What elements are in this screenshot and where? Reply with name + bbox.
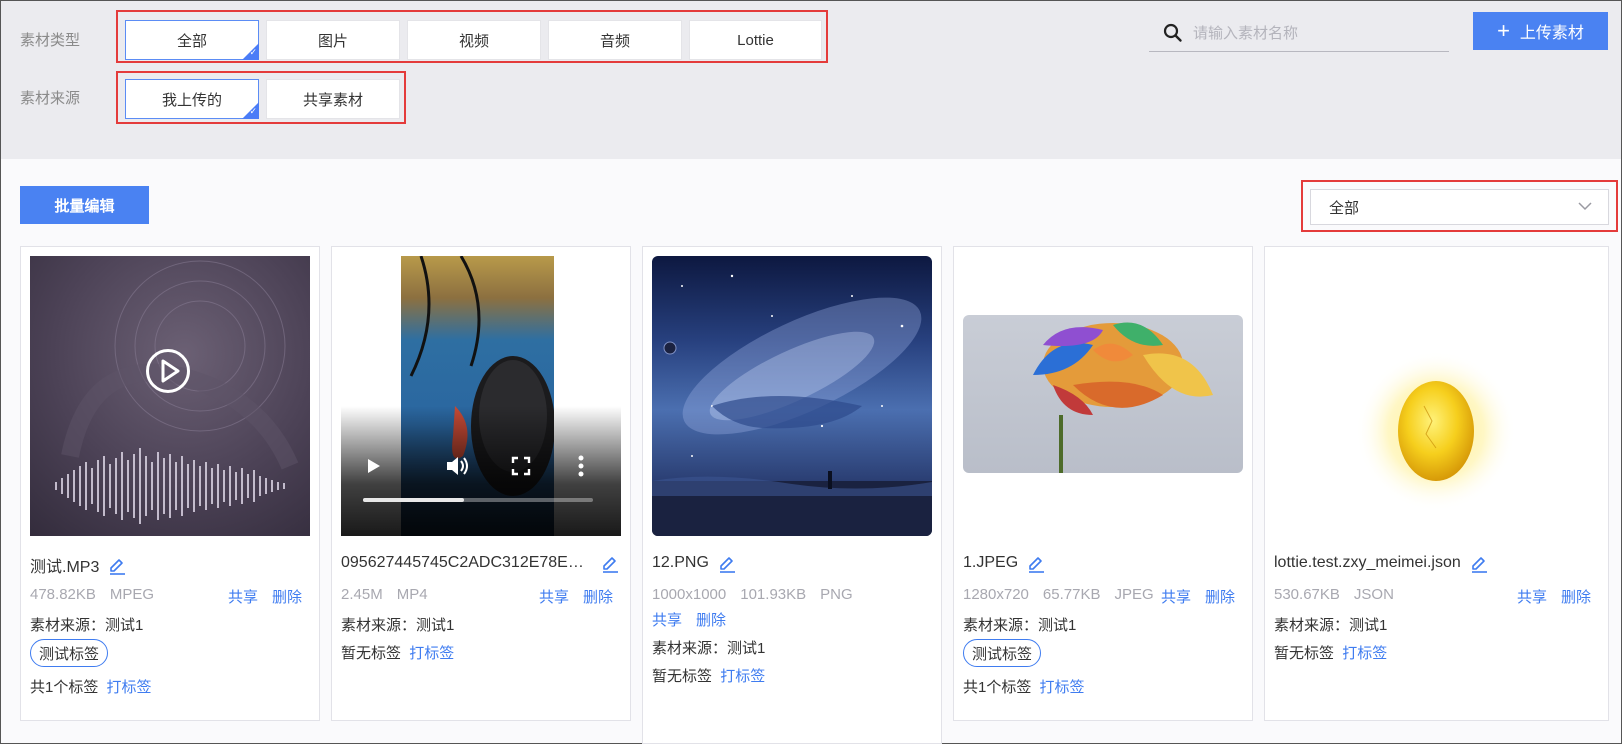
add-tag-link[interactable]: 打标签: [720, 668, 765, 685]
add-tag-link[interactable]: 打标签: [1040, 679, 1085, 696]
material-type-label: 素材类型: [20, 32, 81, 49]
card-actions: 共享 删除: [1161, 586, 1235, 607]
share-link[interactable]: 共享: [1517, 589, 1547, 606]
material-source: 素材来源：测试1: [30, 617, 144, 634]
material-card[interactable]: 测试.MP3 478.82KB MPEG 共享 删除 素材来源：测试1 测试标签 共…: [20, 246, 320, 721]
material-source: 素材来源：测试1: [341, 617, 455, 634]
material-name: 测试.MP3: [30, 553, 309, 577]
selected-check-icon: [242, 43, 259, 60]
add-tag-link[interactable]: 打标签: [1342, 645, 1387, 662]
tag-summary: 共1个标签 打标签: [30, 679, 152, 696]
chevron-down-icon: [1578, 202, 1592, 211]
material-source: 素材来源：测试1: [963, 617, 1077, 634]
material-card[interactable]: 12.PNG 1000x1000 101.93KB PNG 共享 删除 素材来源：测试…: [642, 246, 942, 744]
tag-summary: 共1个标签 打标签: [963, 679, 1085, 696]
night-sky-image: [652, 274, 932, 536]
card-actions: 共享 删除: [539, 586, 613, 607]
delete-link[interactable]: 删除: [1205, 589, 1235, 606]
material-card[interactable]: lottie.test.zxy_meimei.json 530.67KB JSON…: [1264, 246, 1609, 721]
rose-photo: [1033, 322, 1213, 473]
lottie-thumbnail[interactable]: [1274, 256, 1554, 536]
material-type-group: 全部 图片 视频 音频 Lottie: [116, 10, 828, 63]
material-card[interactable]: 1.JPEG 1280x720 65.77KB JPEG 共享 删除 素材来源：测试1…: [953, 246, 1253, 721]
source-option-mine[interactable]: 我上传的: [125, 79, 259, 119]
tag-summary: 暂无标签 打标签: [1274, 645, 1388, 662]
edit-pencil-icon[interactable]: [1469, 553, 1489, 573]
edit-pencil-icon[interactable]: [107, 555, 127, 575]
play-icon[interactable]: [365, 456, 383, 476]
batch-edit-button[interactable]: 批量编辑: [20, 186, 149, 224]
tag-chip[interactable]: 测试标签: [963, 639, 1042, 667]
more-options-icon[interactable]: [577, 454, 585, 478]
play-circle-icon[interactable]: [145, 348, 191, 394]
material-name: lottie.test.zxy_meimei.json: [1274, 553, 1598, 573]
selected-check-icon: [242, 102, 259, 119]
material-name: 1.JPEG: [963, 553, 1242, 573]
volume-icon[interactable]: [445, 454, 471, 478]
search-input[interactable]: [1191, 22, 1431, 44]
edit-pencil-icon[interactable]: [1026, 553, 1046, 573]
filter-panel: 素材类型 全部 图片 视频 音频 Lottie 素材来源 我上传的 共享素材 +…: [1, 1, 1621, 159]
material-meta: 478.82KB MPEG: [30, 586, 155, 603]
search-icon: [1163, 23, 1182, 42]
fullscreen-icon[interactable]: [511, 456, 531, 476]
material-source-label: 素材来源: [20, 90, 81, 107]
upload-material-button[interactable]: + 上传素材: [1473, 12, 1608, 50]
rose-image: [963, 315, 1243, 473]
video-progress-track[interactable]: [363, 498, 593, 502]
video-player[interactable]: [341, 256, 621, 536]
type-option-lottie[interactable]: Lottie: [689, 20, 822, 60]
material-name: 12.PNG: [652, 553, 931, 573]
tag-summary: 暂无标签 打标签: [652, 668, 766, 685]
share-link[interactable]: 共享: [652, 612, 682, 629]
material-source: 素材来源：测试1: [1274, 617, 1388, 634]
image-thumbnail[interactable]: [652, 256, 932, 536]
material-meta: 1280x720 65.77KB JPEG: [963, 586, 1154, 603]
material-source-group: 我上传的 共享素材: [116, 71, 406, 124]
delete-link[interactable]: 删除: [1561, 589, 1591, 606]
material-list-area: 批量编辑 全部 测试.MP3 478.82KB MPEG 共享 删除 素材来源：…: [1, 159, 1621, 744]
share-link[interactable]: 共享: [228, 589, 258, 606]
add-tag-link[interactable]: 打标签: [107, 679, 152, 696]
golden-egg-image: [1356, 351, 1516, 511]
material-source: 素材来源：测试1: [652, 640, 766, 657]
share-link[interactable]: 共享: [1161, 589, 1191, 606]
sort-select[interactable]: 全部: [1310, 189, 1609, 225]
search-box: [1149, 16, 1449, 52]
type-option-image[interactable]: 图片: [266, 20, 400, 60]
card-actions: 共享 删除: [1517, 586, 1591, 607]
card-actions: 共享 删除: [652, 609, 726, 630]
type-option-audio[interactable]: 音频: [548, 20, 682, 60]
card-actions: 共享 删除: [228, 586, 302, 607]
image-thumbnail[interactable]: [963, 256, 1243, 536]
tag-chip[interactable]: 测试标签: [30, 639, 109, 667]
source-option-shared[interactable]: 共享素材: [266, 79, 400, 119]
material-meta: 2.45M MP4: [341, 586, 428, 603]
material-card[interactable]: 095627445745C2ADC312E78E… 2.45M MP4 共享 删除 …: [331, 246, 631, 721]
video-progress-fill: [363, 498, 465, 502]
delete-link[interactable]: 删除: [272, 589, 302, 606]
plus-icon: +: [1497, 18, 1510, 43]
delete-link[interactable]: 删除: [696, 612, 726, 629]
audio-thumbnail[interactable]: [30, 256, 310, 536]
tag-summary: 暂无标签 打标签: [341, 645, 455, 662]
add-tag-link[interactable]: 打标签: [409, 645, 454, 662]
edit-pencil-icon[interactable]: [717, 553, 737, 573]
edit-pencil-icon[interactable]: [600, 553, 620, 573]
share-link[interactable]: 共享: [539, 589, 569, 606]
type-option-video[interactable]: 视频: [407, 20, 541, 60]
audio-cover-image: [55, 260, 299, 524]
material-meta: 1000x1000 101.93KB PNG: [652, 586, 853, 603]
material-meta: 530.67KB JSON: [1274, 586, 1394, 603]
type-option-all[interactable]: 全部: [125, 20, 259, 60]
material-name: 095627445745C2ADC312E78E…: [341, 553, 620, 573]
delete-link[interactable]: 删除: [583, 589, 613, 606]
